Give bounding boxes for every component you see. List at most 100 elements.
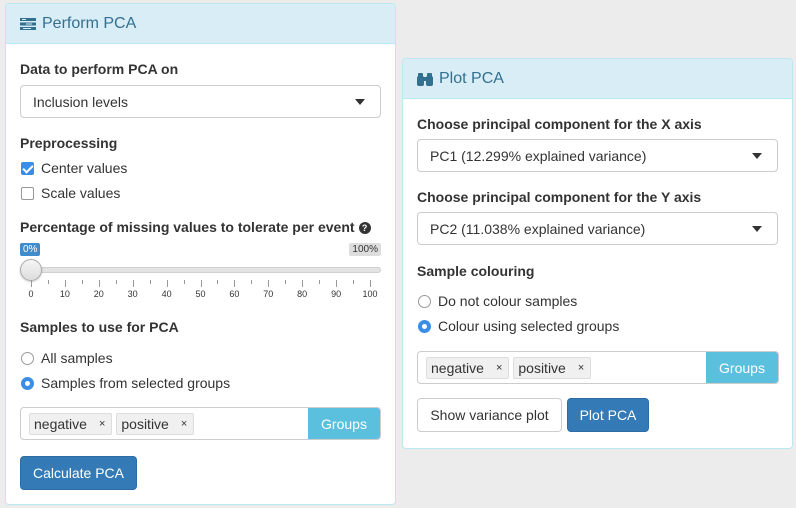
group-tag: positive × — [513, 356, 592, 379]
colour-groups-radio[interactable] — [418, 319, 431, 333]
perform-pca-panel: Perform PCA Data to perform PCA on Inclu… — [5, 3, 396, 505]
slider-tick-labels: 0 10 20 30 40 50 60 70 80 90 100 — [28, 289, 377, 301]
slider-tick — [319, 280, 321, 284]
no-colour-label: Do not colour samples — [438, 293, 578, 309]
right-groups-button[interactable]: Groups — [706, 352, 778, 383]
all-samples-label: All samples — [41, 350, 113, 366]
slider-tick — [81, 280, 83, 284]
slider-max-label: 100% — [349, 243, 381, 256]
y-axis-value: PC2 (11.038% explained variance) — [430, 220, 646, 237]
data-label: Data to perform PCA on — [20, 61, 179, 77]
group-tag: positive × — [116, 412, 195, 435]
data-select[interactable]: Inclusion levels — [20, 85, 381, 118]
selected-groups-label: Samples from selected groups — [41, 375, 231, 391]
slider-tick — [285, 280, 287, 284]
colouring-label: Sample colouring — [417, 263, 535, 279]
group-tag-label: positive — [121, 415, 169, 432]
slider-ticks — [31, 280, 371, 288]
slider-tick — [234, 280, 236, 287]
slider-tick — [251, 280, 253, 284]
plot-pca-heading: Plot PCA — [403, 59, 792, 99]
slider-track[interactable] — [20, 267, 381, 273]
remove-tag-icon[interactable]: × — [578, 362, 584, 374]
y-axis-label: Choose principal component for the Y axi… — [417, 189, 702, 205]
group-tag-label: negative — [431, 359, 484, 376]
question-icon[interactable]: ? — [358, 222, 371, 234]
selected-groups-radio[interactable] — [21, 376, 34, 390]
slider-tick-label: 50 — [195, 289, 206, 299]
center-values-checkbox[interactable] — [21, 161, 34, 175]
right-groups-tags[interactable]: negative × positive × — [418, 352, 706, 383]
slider-tick-label: 80 — [297, 289, 308, 299]
colour-groups-label: Colour using selected groups — [438, 318, 620, 334]
remove-tag-icon[interactable]: × — [99, 418, 105, 430]
slider-tick-label: 100 — [362, 289, 378, 299]
right-groups-input[interactable]: negative × positive × Groups — [417, 351, 779, 384]
binoculars-icon — [417, 72, 433, 86]
x-axis-select[interactable]: PC1 (12.299% explained variance) — [417, 139, 778, 172]
y-axis-select[interactable]: PC2 (11.038% explained variance) — [417, 212, 778, 245]
slider-tick — [31, 280, 32, 287]
slider-tick-label: 60 — [229, 289, 240, 299]
samples-label: Samples to use for PCA — [20, 319, 179, 335]
slider-tick-label: 90 — [331, 289, 342, 299]
plot-pca-title: Plot PCA — [439, 69, 504, 87]
slider-tick — [166, 280, 168, 287]
missing-values-text: Percentage of missing values to tolerate… — [20, 219, 355, 235]
slider-tick — [336, 280, 338, 287]
left-groups-tags[interactable]: negative × positive × — [21, 408, 308, 439]
x-axis-label: Choose principal component for the X axi… — [417, 116, 702, 132]
slider-tick-label: 0 — [28, 289, 34, 299]
slider-tick — [132, 280, 134, 287]
calculate-pca-button[interactable]: Calculate PCA — [20, 456, 137, 490]
slider-min-label: 0% — [20, 243, 41, 256]
slider-tick — [217, 280, 219, 284]
colour-groups-option[interactable]: Colour using selected groups — [418, 318, 619, 334]
center-values-option[interactable]: Center values — [21, 160, 127, 176]
group-tag-label: negative — [34, 415, 87, 432]
chevron-down-icon — [752, 226, 762, 232]
slider-tick — [200, 280, 202, 287]
slider-tick-label: 30 — [127, 289, 138, 299]
slider-tick — [64, 280, 66, 287]
tasks-icon — [20, 17, 36, 30]
slider-tick — [149, 280, 151, 284]
perform-pca-heading: Perform PCA — [6, 4, 395, 44]
slider-tick — [115, 280, 117, 284]
slider-tick — [353, 280, 355, 284]
plot-pca-panel: Plot PCA Choose principal component for … — [402, 58, 793, 449]
slider-tick-label: 20 — [93, 289, 104, 299]
slider-handle[interactable] — [20, 259, 42, 281]
group-tag: negative × — [29, 412, 113, 435]
scale-values-checkbox[interactable] — [21, 186, 34, 200]
slider-tick — [370, 280, 371, 287]
group-tag-label: positive — [518, 359, 566, 376]
preprocessing-label: Preprocessing — [20, 135, 118, 151]
remove-tag-icon[interactable]: × — [496, 362, 502, 374]
chevron-down-icon — [752, 153, 762, 159]
selected-groups-option[interactable]: Samples from selected groups — [21, 375, 230, 391]
left-groups-input[interactable]: negative × positive × Groups — [20, 407, 381, 440]
all-samples-radio[interactable] — [21, 351, 34, 365]
data-select-value: Inclusion levels — [33, 93, 128, 110]
all-samples-option[interactable]: All samples — [21, 350, 113, 366]
no-colour-radio[interactable] — [418, 294, 431, 308]
slider-tick — [268, 280, 270, 287]
chevron-down-icon — [355, 99, 365, 105]
slider-tick-label: 10 — [59, 289, 70, 299]
slider-tick — [98, 280, 100, 287]
show-variance-plot-button[interactable]: Show variance plot — [417, 398, 562, 432]
center-values-label: Center values — [41, 160, 128, 176]
remove-tag-icon[interactable]: × — [181, 418, 187, 430]
left-groups-button[interactable]: Groups — [308, 408, 380, 439]
scale-values-label: Scale values — [41, 185, 121, 201]
slider-tick-label: 70 — [263, 289, 274, 299]
slider-tick — [183, 280, 185, 284]
slider-tick — [47, 280, 49, 284]
plot-pca-button[interactable]: Plot PCA — [567, 398, 649, 432]
perform-pca-title: Perform PCA — [42, 14, 137, 32]
scale-values-option[interactable]: Scale values — [21, 185, 120, 201]
missing-values-label: Percentage of missing values to tolerate… — [20, 219, 371, 235]
no-colour-option[interactable]: Do not colour samples — [418, 293, 577, 309]
missing-values-slider[interactable]: 0% 100% 0 10 20 30 40 50 60 70 80 90 100 — [20, 243, 381, 305]
